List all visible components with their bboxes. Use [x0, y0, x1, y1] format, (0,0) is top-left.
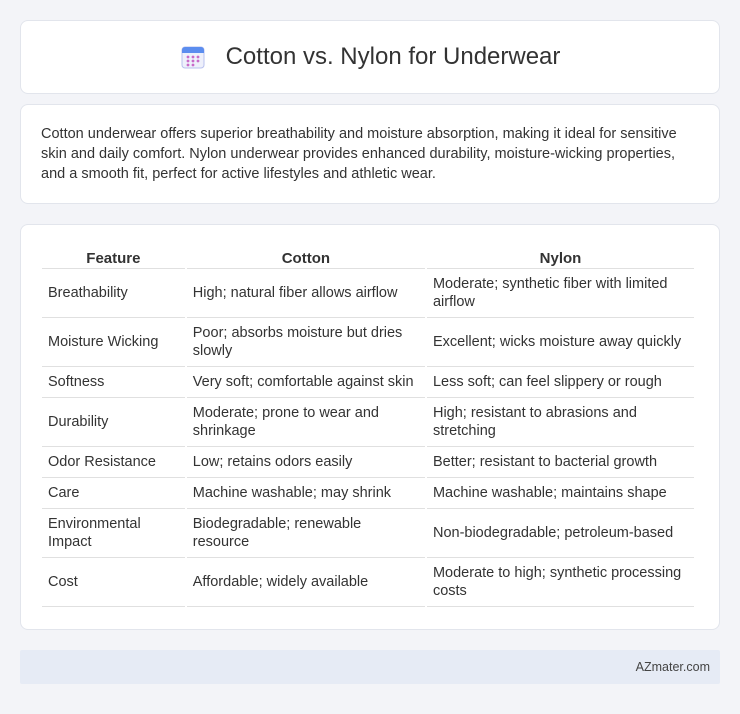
- nylon-cell: Machine washable; maintains shape: [426, 478, 694, 509]
- page-title: Cotton vs. Nylon for Underwear: [225, 43, 561, 70]
- feature-cell: Durability: [42, 398, 185, 447]
- cotton-cell: Very soft; comfortable against skin: [186, 367, 425, 398]
- nylon-cell: High; resistant to abrasions and stretch…: [426, 398, 694, 447]
- cotton-cell: Moderate; prone to wear and shrinkage: [186, 398, 425, 447]
- nylon-cell: Better; resistant to bacterial growth: [426, 447, 694, 478]
- intro-text: Cotton underwear offers superior breatha…: [41, 126, 677, 182]
- table-row: Softness Very soft; comfortable against …: [42, 367, 694, 398]
- feature-cell: Care: [42, 478, 185, 509]
- title-card: Cotton vs. Nylon for Underwear: [20, 20, 720, 94]
- feature-cell: Cost: [42, 558, 185, 607]
- table-row: Environmental Impact Biodegradable; rene…: [42, 509, 694, 558]
- table-card: Feature Cotton Nylon Breathability High;…: [20, 224, 720, 630]
- feature-cell: Softness: [42, 367, 185, 398]
- header-cotton: Cotton: [186, 245, 425, 269]
- nylon-cell: Moderate; synthetic fiber with limited a…: [426, 269, 694, 318]
- cotton-cell: Biodegradable; renewable resource: [186, 509, 425, 558]
- comparison-table: Feature Cotton Nylon Breathability High;…: [40, 245, 696, 607]
- nylon-cell: Non-biodegradable; petroleum-based: [426, 509, 694, 558]
- nylon-cell: Excellent; wicks moisture away quickly: [426, 318, 694, 367]
- feature-cell: Environmental Impact: [42, 509, 185, 558]
- footer-site-label: AZmater.com: [635, 660, 710, 674]
- table-header-row: Feature Cotton Nylon: [42, 245, 694, 269]
- table-row: Odor Resistance Low; retains odors easil…: [42, 447, 694, 478]
- feature-cell: Odor Resistance: [42, 447, 185, 478]
- cotton-cell: Affordable; widely available: [186, 558, 425, 607]
- calendar-icon: [180, 44, 206, 70]
- header-feature: Feature: [42, 245, 185, 269]
- feature-cell: Breathability: [42, 269, 185, 318]
- cotton-cell: High; natural fiber allows airflow: [186, 269, 425, 318]
- table-row: Moisture Wicking Poor; absorbs moisture …: [42, 318, 694, 367]
- cotton-cell: Poor; absorbs moisture but dries slowly: [186, 318, 425, 367]
- intro-card: Cotton underwear offers superior breatha…: [20, 104, 720, 204]
- header-nylon: Nylon: [426, 245, 694, 269]
- table-row: Cost Affordable; widely available Modera…: [42, 558, 694, 607]
- nylon-cell: Moderate to high; synthetic processing c…: [426, 558, 694, 607]
- table-row: Breathability High; natural fiber allows…: [42, 269, 694, 318]
- nylon-cell: Less soft; can feel slippery or rough: [426, 367, 694, 398]
- feature-cell: Moisture Wicking: [42, 318, 185, 367]
- cotton-cell: Low; retains odors easily: [186, 447, 425, 478]
- cotton-cell: Machine washable; may shrink: [186, 478, 425, 509]
- footer: AZmater.com: [20, 650, 720, 684]
- table-row: Care Machine washable; may shrink Machin…: [42, 478, 694, 509]
- table-row: Durability Moderate; prone to wear and s…: [42, 398, 694, 447]
